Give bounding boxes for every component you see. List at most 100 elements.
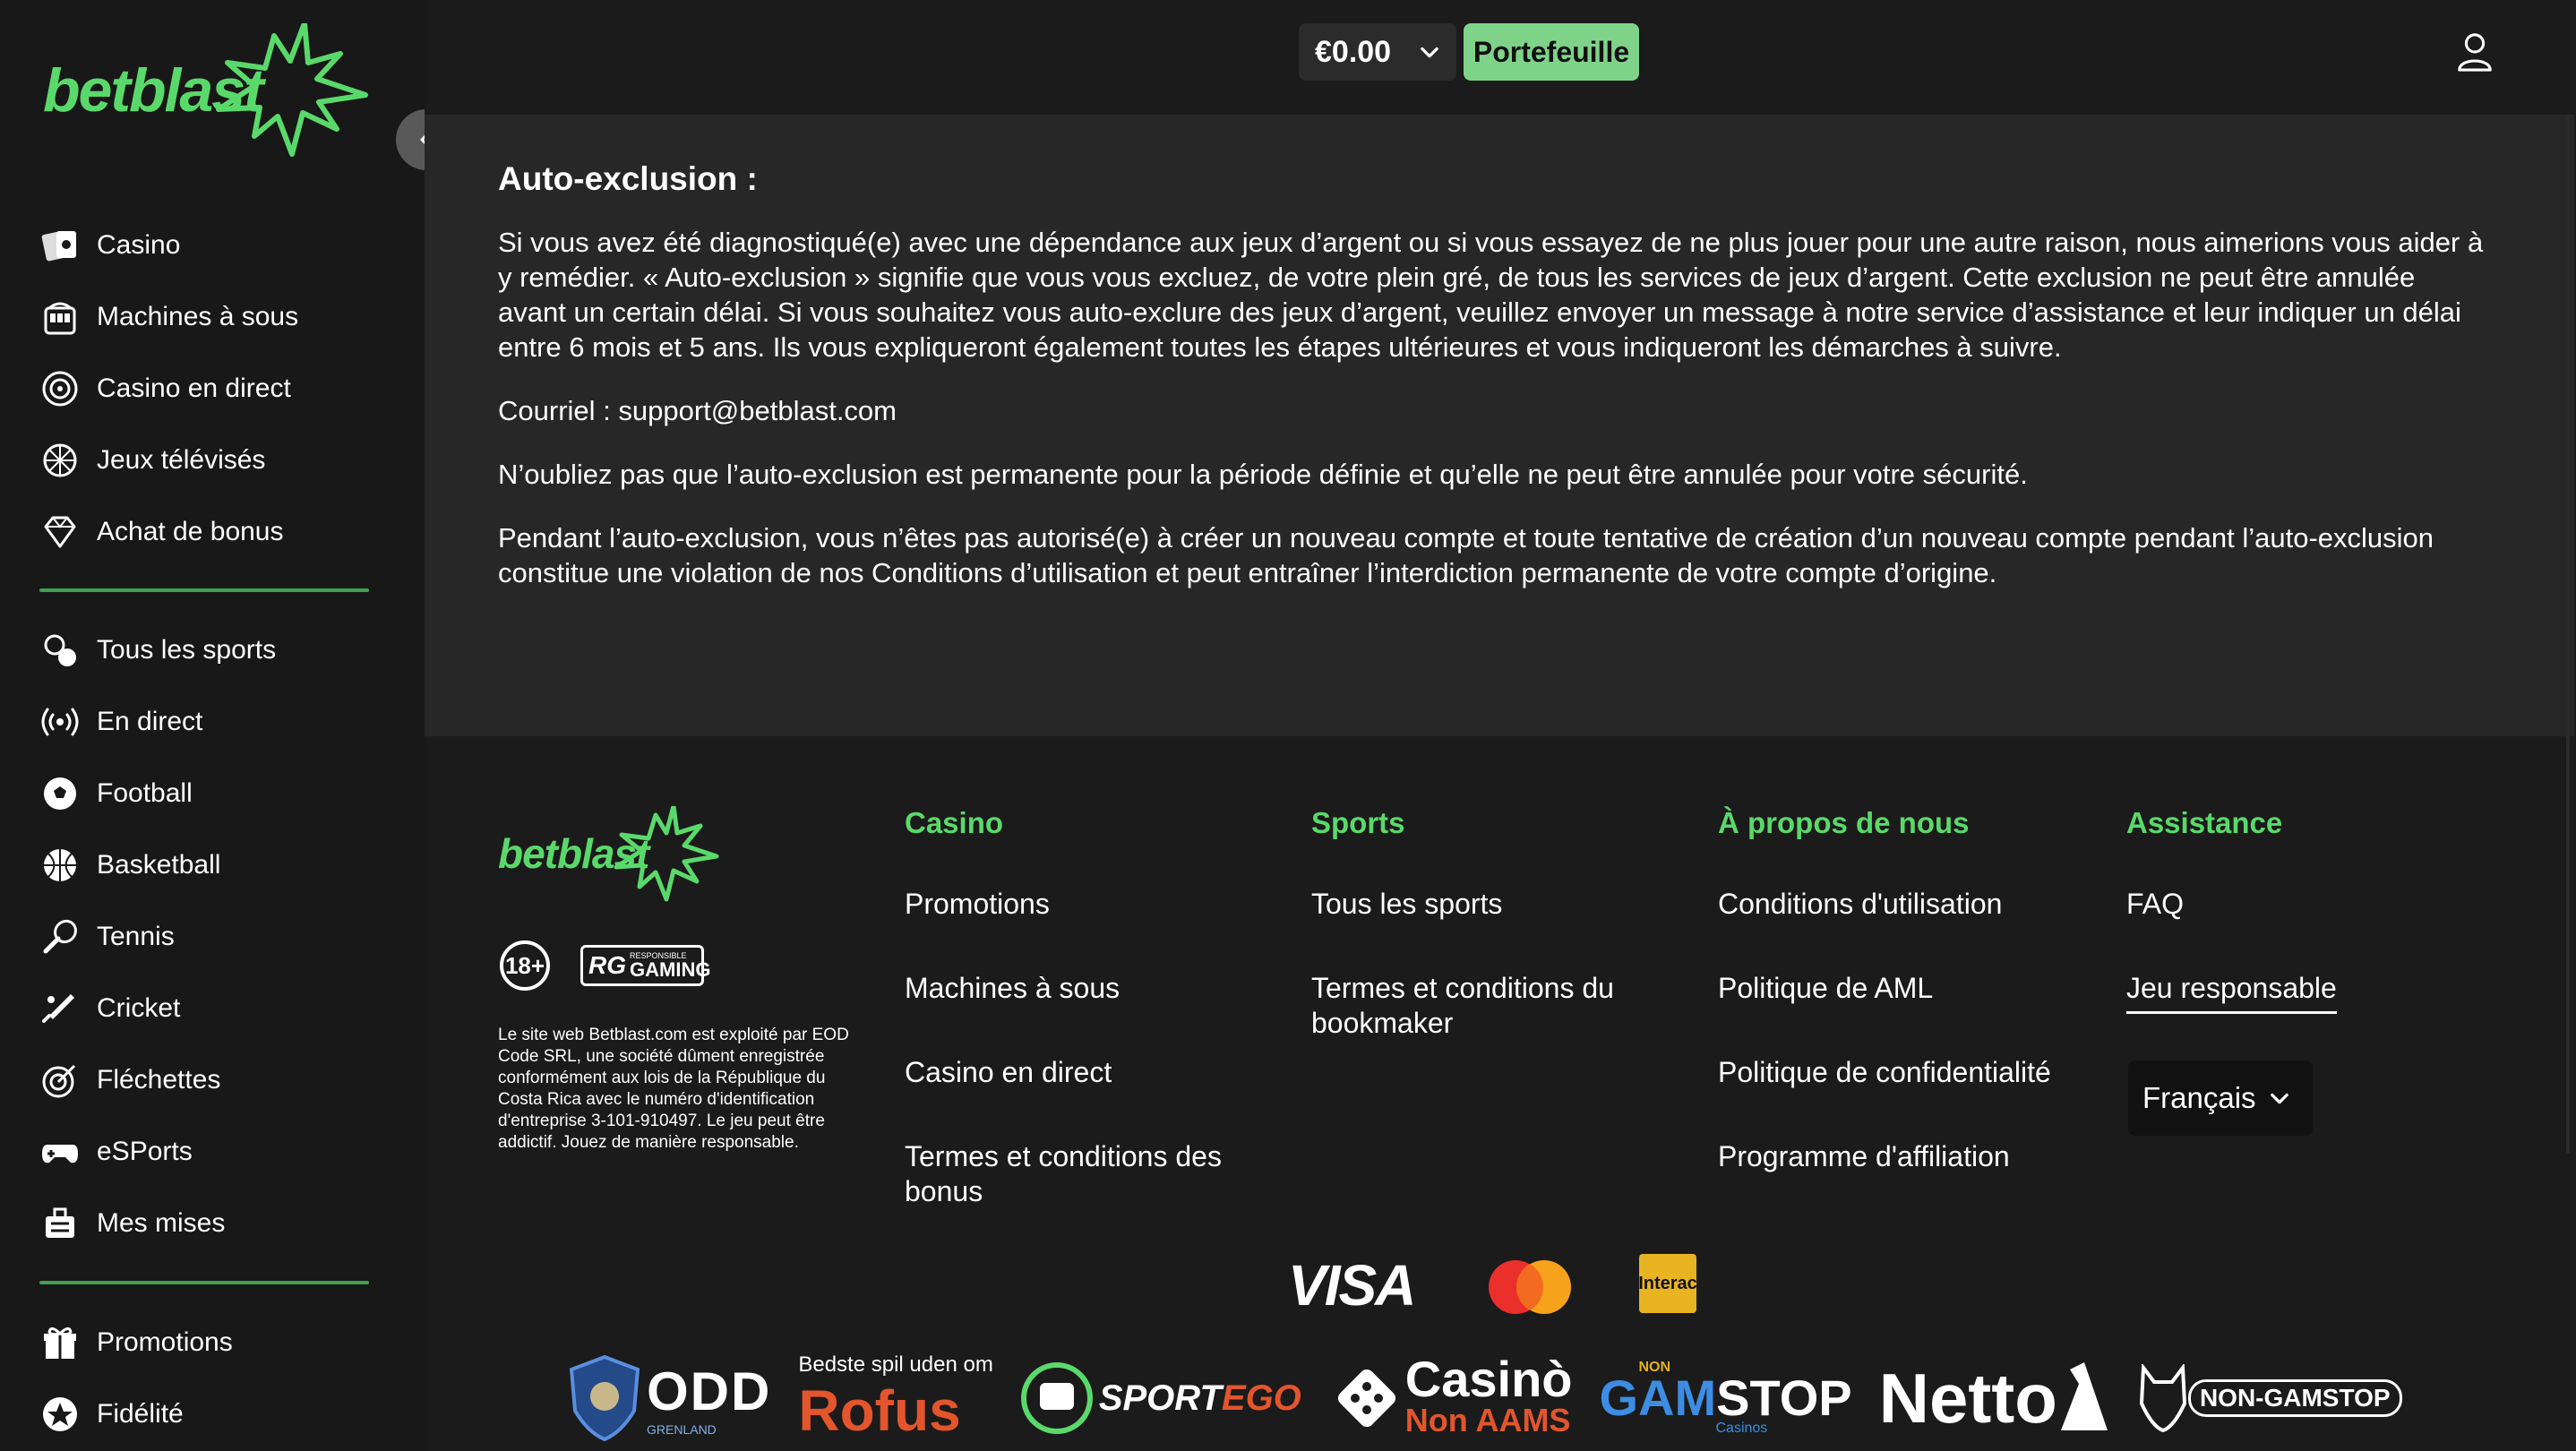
footer-link-live-casino[interactable]: Casino en direct [905,1055,1281,1090]
partner-logos: ODD GRENLAND Bedste spil uden om Rofus S… [568,1345,2574,1451]
sports-icon [38,628,82,673]
column-title: Assistance [2126,806,2283,839]
sports-nav: Tous les sports En direct Football Basketba… [38,614,396,1259]
column-title: À propos de nous [1718,806,1970,839]
sidebar-item-label: Football [97,778,193,808]
footer-link-slots[interactable]: Machines à sous [905,971,1281,1006]
extras-nav: Promotions Fidélité [38,1307,396,1450]
sidebar-item-label: Cricket [97,993,181,1023]
slot-machine-icon [38,295,82,339]
sidebar-item-label: Mes mises [97,1208,226,1238]
sidebar-item-basketball[interactable]: Basketball [38,829,396,901]
sidebar-item-label: Fidélité [97,1399,184,1429]
paragraph: N’oubliez pas que l’auto-exclusion est p… [498,459,2028,490]
footer-link-bonus-terms[interactable]: Termes et conditions des bonus [905,1139,1263,1209]
sidebar-item-label: Promotions [97,1327,233,1357]
sportego-logo: SPORT EGO [1020,1361,1301,1435]
brand-logo[interactable]: betblast [39,23,371,158]
roulette-icon [38,366,82,411]
sidebar: betblast Casino Machines à sous Casino en … [0,0,425,1451]
sidebar-item-football[interactable]: Football [38,758,396,829]
self-exclusion-section: Auto-exclusion : Si vous avez été diagno… [498,161,2486,619]
basketball-icon [38,843,82,888]
rg-mark: RG [588,951,626,979]
tennis-icon [38,914,82,959]
footer-link-all-sports[interactable]: Tous les sports [1311,887,1687,922]
paragraph: Si vous avez été diagnostiqué(e) avec un… [498,227,2484,363]
footer-logo[interactable]: betblast [498,806,731,905]
language-select[interactable]: Français [2128,1060,2313,1136]
sidebar-item-label: Tous les sports [97,635,277,665]
sidebar-item-label: Casino en direct [97,373,291,403]
mastercard-icon [1489,1260,1571,1314]
casino-non-aams-logo: Casinò Non AAMS [1328,1353,1573,1439]
footer-link-terms[interactable]: Conditions d'utilisation [1718,887,2094,922]
user-icon[interactable] [2454,30,2495,72]
casino-nav: Casino Machines à sous Casino en direct Jeu… [38,210,396,568]
scrollbar[interactable] [2563,115,2572,1154]
rofus-logo: Bedste spil uden om Rofus [798,1352,993,1443]
interac-logo: Interac [1638,1254,1697,1313]
footer-link-bookmaker-terms[interactable]: Termes et conditions du bookmaker [1311,971,1670,1041]
gamepad-icon [38,1129,82,1174]
sidebar-item-esports[interactable]: eSPorts [38,1116,396,1188]
dice-icon [1337,1369,1395,1428]
wheel-icon [38,438,82,483]
sidebar-item-tous-les-sports[interactable]: Tous les sports [38,614,396,686]
netto-logo: Netto [1879,1358,2111,1439]
footer-link-privacy[interactable]: Politique de confidentialité [1718,1055,2094,1090]
footer-column-about: À propos de nous Conditions d'utilisatio… [1718,806,2094,1223]
wallet-button[interactable]: Portefeuille [1464,23,1639,81]
sidebar-item-label: Machines à sous [97,302,299,331]
column-title: Casino [905,806,1004,839]
balance-amount: €0.00 [1315,34,1392,69]
sidebar-item-achat-de-bonus[interactable]: Achat de bonus [38,496,396,568]
footer: betblast 18+ RG RESPONSIBLE GAMING Le si… [425,736,2574,1451]
balance-dropdown[interactable]: €0.00 [1299,23,1456,81]
nav-divider [39,588,369,592]
brand-name: betblast [498,830,649,877]
bets-icon [38,1201,82,1246]
chevron-down-icon [1421,47,1438,58]
nav-divider [39,1281,369,1284]
footer-link-aml[interactable]: Politique de AML [1718,971,2094,1006]
football-icon [38,771,82,816]
footer-column-sports: Sports Tous les sports Termes et conditi… [1311,806,1687,1090]
chevron-down-icon [2270,1093,2288,1104]
sidebar-item-label: Achat de bonus [97,517,284,546]
compliance-badges: 18+ RG RESPONSIBLE GAMING [500,940,710,991]
legal-text: Le site web Betblast.com est exploité pa… [498,1026,849,1152]
footer-link-faq[interactable]: FAQ [2126,887,2503,922]
footer-link-affiliate[interactable]: Programme d'affiliation [1718,1139,2094,1174]
footer-link-responsible-gaming[interactable]: Jeu responsable [2126,971,2337,1014]
sidebar-item-label: Basketball [97,850,221,880]
cricket-icon [38,986,82,1031]
sidebar-item-en-direct[interactable]: En direct [38,686,396,758]
sidebar-item-label: Fléchettes [97,1065,221,1095]
sidebar-item-label: En direct [97,707,203,736]
sidebar-item-mes-mises[interactable]: Mes mises [38,1188,396,1259]
sidebar-item-promotions[interactable]: Promotions [38,1307,396,1378]
wolf-icon [2139,1364,2186,1432]
sidebar-item-label: Tennis [97,922,175,951]
netto-figure-icon [2060,1362,2108,1430]
sidebar-item-casino[interactable]: Casino [38,210,396,281]
sidebar-item-casino-en-direct[interactable]: Casino en direct [38,353,396,425]
footer-column-support: Assistance FAQ Jeu responsable [2126,806,2503,1063]
topbar: €0.00 Portefeuille [425,0,2576,115]
sidebar-item-fl-chettes[interactable]: Fléchettes [38,1044,396,1116]
diamond-icon [38,510,82,554]
darts-icon [38,1058,82,1103]
responsible-gaming-badge[interactable]: RG RESPONSIBLE GAMING [580,945,710,986]
column-title: Sports [1311,806,1405,839]
sidebar-item-fid-lit-[interactable]: Fidélité [38,1378,396,1450]
sidebar-item-machines-sous[interactable]: Machines à sous [38,281,396,353]
sidebar-item-tennis[interactable]: Tennis [38,901,396,973]
non-gamstop-casinos-logo: NON GAM STOP Casinos [1599,1359,1852,1437]
non-gamstop-logo: NON-GAMSTOP [2138,1364,2402,1432]
sportego-badge-icon [1020,1362,1093,1434]
content-panel: Auto-exclusion : Si vous avez été diagno… [425,115,2574,736]
footer-link-promotions[interactable]: Promotions [905,887,1281,922]
sidebar-item-cricket[interactable]: Cricket [38,973,396,1044]
sidebar-item-jeux-t-l-vis-s[interactable]: Jeux télévisés [38,425,396,496]
